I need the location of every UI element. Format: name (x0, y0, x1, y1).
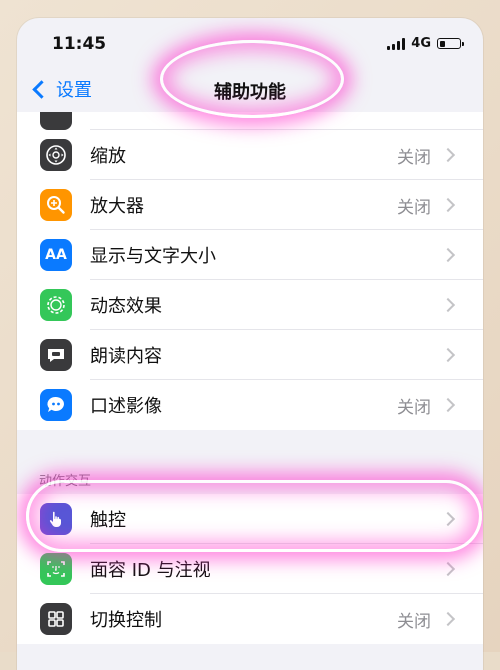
row-switch-control[interactable]: 切换控制 关闭 (17, 594, 483, 644)
network-type: 4G (411, 36, 431, 51)
row-touch[interactable]: 触控 (17, 494, 483, 544)
motion-icon (40, 289, 72, 321)
row-value: 关闭 (397, 197, 431, 218)
switch-control-icon (40, 603, 72, 635)
chevron-right-icon (440, 297, 456, 313)
chevron-right-icon (440, 561, 456, 577)
row-label: 动态效果 (90, 296, 162, 317)
row-display-text-size[interactable]: AA 显示与文字大小 (17, 230, 483, 280)
row-motion[interactable]: 动态效果 (17, 280, 483, 330)
status-time: 11:45 (52, 34, 107, 54)
accessibility-physical-list: 触控 面容 ID 与注视 切换控制 关闭 (17, 494, 483, 644)
chevron-right-icon (440, 247, 456, 263)
navigation-bar: 设置 辅助功能 (17, 68, 483, 112)
row-label: 显示与文字大小 (90, 246, 216, 267)
row-label: 面容 ID 与注视 (90, 560, 211, 581)
row-label: 触控 (90, 510, 126, 531)
row-magnifier[interactable]: 放大器 关闭 (17, 180, 483, 230)
speech-icon (40, 339, 72, 371)
row-label: 口述影像 (90, 396, 162, 417)
chevron-right-icon (440, 147, 456, 163)
chevron-right-icon (440, 611, 456, 627)
row-label: 放大器 (90, 196, 144, 217)
chevron-right-icon (440, 347, 456, 363)
row-zoom[interactable]: 缩放 关闭 (17, 130, 483, 180)
accessibility-vision-list: 缩放 关闭 放大器 关闭 AA 显示与文字大小 动态效果 朗读内容 口述影像 关… (17, 112, 483, 430)
signal-icon (387, 37, 406, 50)
text-size-glyph: AA (45, 247, 67, 263)
status-bar: 11:45 4G (17, 18, 483, 68)
row-spoken-content[interactable]: 朗读内容 (17, 330, 483, 380)
row-audio-descriptions[interactable]: 口述影像 关闭 (17, 380, 483, 430)
row-label: 缩放 (90, 146, 126, 167)
row-value: 关闭 (397, 611, 431, 632)
text-size-icon: AA (40, 239, 72, 271)
row-label: 朗读内容 (90, 346, 162, 367)
list-item-partial[interactable] (17, 112, 483, 130)
touch-hand-icon (40, 503, 72, 535)
magnifier-icon (40, 189, 72, 221)
row-value: 关闭 (397, 397, 431, 418)
battery-icon (437, 38, 464, 49)
face-id-icon (40, 553, 72, 585)
chevron-right-icon (440, 511, 456, 527)
zoom-icon (40, 139, 72, 171)
section-header: 动作交互 (39, 474, 92, 489)
status-indicators: 4G (387, 36, 464, 51)
chevron-right-icon (440, 397, 456, 413)
chevron-right-icon (440, 197, 456, 213)
row-face-id-attention[interactable]: 面容 ID 与注视 (17, 544, 483, 594)
row-label: 切换控制 (90, 610, 162, 631)
audio-description-icon (40, 389, 72, 421)
row-value: 关闭 (397, 147, 431, 168)
phone-screen: 11:45 4G 设置 辅助功能 缩放 关闭 放大器 关闭 AA 显示与文字大小… (17, 18, 483, 670)
page-title: 辅助功能 (214, 82, 286, 103)
partial-icon (40, 112, 72, 130)
